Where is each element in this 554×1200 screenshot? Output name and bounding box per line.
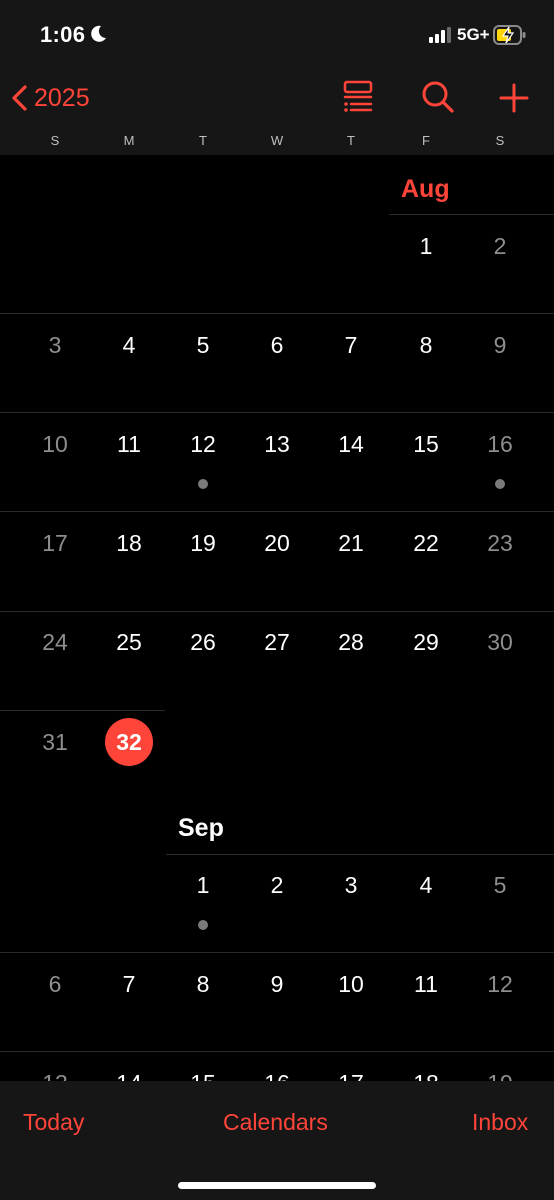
back-label: 2025 [34, 83, 90, 112]
day-cell[interactable]: 27 [247, 629, 307, 655]
divider [0, 412, 554, 413]
status-time: 1:06 [40, 22, 86, 47]
day-cell[interactable]: 31 [25, 729, 85, 755]
divider [166, 854, 554, 855]
moon-icon [91, 25, 106, 42]
weekday-label: T [347, 133, 355, 148]
weekday-label: S [495, 133, 505, 148]
day-cell[interactable]: 28 [321, 629, 381, 655]
day-cell[interactable]: 17 [25, 530, 85, 556]
day-cell-today[interactable]: 32 [99, 729, 159, 755]
day-cell[interactable]: 10 [25, 431, 85, 457]
weekday-label: F [422, 133, 430, 148]
header: 1:06 5G+ 2025 S M T W T F S [0, 0, 554, 155]
divider [0, 313, 554, 314]
day-cell[interactable]: 14 [321, 431, 381, 457]
day-cell[interactable]: 11 [396, 971, 456, 997]
divider [0, 952, 554, 953]
day-cell[interactable]: 3 [321, 872, 381, 898]
day-cell[interactable]: 13 [247, 431, 307, 457]
back-to-year-button[interactable]: 2025 [10, 78, 90, 118]
event-dot [198, 920, 208, 930]
divider [0, 710, 165, 711]
weekday-label: M [123, 133, 135, 148]
day-cell[interactable]: 7 [321, 332, 381, 358]
day-cell[interactable]: 6 [25, 971, 85, 997]
day-cell[interactable]: 8 [173, 971, 233, 997]
day-cell[interactable]: 2 [247, 872, 307, 898]
day-cell[interactable]: 21 [321, 530, 381, 556]
search-icon[interactable] [420, 78, 456, 116]
month-label-aug: Aug [401, 175, 450, 203]
day-cell[interactable]: 30 [470, 629, 530, 655]
day-cell[interactable]: 20 [247, 530, 307, 556]
day-cell[interactable]: 9 [470, 332, 530, 358]
day-cell[interactable]: 12 [470, 971, 530, 997]
day-cell[interactable]: 22 [396, 530, 456, 556]
divider [0, 1051, 554, 1052]
divider [0, 511, 554, 512]
home-indicator [178, 1182, 376, 1189]
divider [389, 214, 554, 215]
weekday-label: S [50, 133, 60, 148]
chevron-left-icon [12, 85, 27, 111]
event-dot [495, 479, 505, 489]
day-cell[interactable]: 4 [396, 872, 456, 898]
day-cell[interactable]: 16 [470, 431, 530, 457]
day-cell[interactable]: 26 [173, 629, 233, 655]
weekday-label: T [199, 133, 207, 148]
event-dot [198, 479, 208, 489]
inbox-button[interactable]: Inbox [472, 1109, 528, 1136]
day-cell[interactable]: 5 [173, 332, 233, 358]
day-cell[interactable]: 24 [25, 629, 85, 655]
day-cell[interactable]: 29 [396, 629, 456, 655]
month-label-sep: Sep [178, 814, 224, 842]
day-cell[interactable]: 12 [173, 431, 233, 457]
divider [0, 611, 554, 612]
add-icon[interactable] [498, 78, 530, 116]
calendars-button[interactable]: Calendars [223, 1109, 328, 1136]
day-cell[interactable]: 6 [247, 332, 307, 358]
today-button[interactable]: Today [23, 1109, 84, 1136]
day-cell[interactable]: 8 [396, 332, 456, 358]
signal-icon [429, 27, 451, 43]
day-cell[interactable]: 2 [470, 233, 530, 259]
day-cell[interactable]: 3 [25, 332, 85, 358]
day-cell[interactable]: 18 [99, 530, 159, 556]
battery-charging-icon [493, 25, 526, 45]
day-cell[interactable]: 1 [173, 872, 233, 898]
day-cell[interactable]: 15 [396, 431, 456, 457]
day-cell[interactable]: 25 [99, 629, 159, 655]
day-cell[interactable]: 19 [173, 530, 233, 556]
day-cell[interactable]: 9 [247, 971, 307, 997]
day-cell[interactable]: 10 [321, 971, 381, 997]
tab-bar: Today Calendars Inbox [0, 1081, 554, 1200]
day-cell[interactable]: 1 [396, 233, 456, 259]
day-cell[interactable]: 7 [99, 971, 159, 997]
day-cell[interactable]: 23 [470, 530, 530, 556]
day-cell[interactable]: 11 [99, 431, 159, 457]
weekday-label: W [270, 133, 284, 148]
network-label: 5G+ [457, 25, 490, 44]
list-view-icon[interactable] [342, 78, 374, 114]
day-cell[interactable]: 5 [470, 872, 530, 898]
day-cell[interactable]: 4 [99, 332, 159, 358]
